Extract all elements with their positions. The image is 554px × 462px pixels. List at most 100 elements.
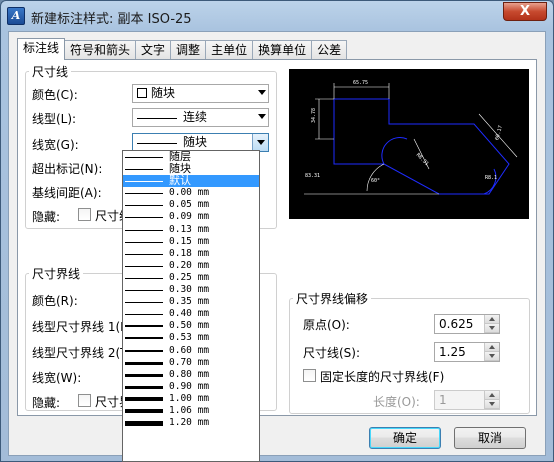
lineweight-option[interactable]: 随层 <box>123 151 259 163</box>
suppress-ext1-checkbox[interactable] <box>78 394 91 407</box>
lineweight-sample <box>125 385 163 389</box>
lineweight-option-label: 0.80 mm <box>169 368 210 380</box>
cancel-button[interactable]: 取消 <box>454 427 526 449</box>
lineweight-option[interactable]: 0.13 mm <box>123 224 259 236</box>
spin-down-icon[interactable] <box>485 352 499 361</box>
dim-lineweight-value: 随块 <box>183 135 208 149</box>
lineweight-dropdown-list[interactable]: 随层 随块 默认 0.00 mm 0.05 mm 0.09 mm 0.13 mm 0.15 m… <box>122 150 260 462</box>
lineweight-option[interactable]: 0.20 mm <box>123 260 259 272</box>
preview-dim-right: 60.17 <box>494 125 504 141</box>
suppress-dim1-checkbox[interactable] <box>78 208 91 221</box>
lineweight-option[interactable]: 0.80 mm <box>123 369 259 381</box>
lineweight-option[interactable]: 0.50 mm <box>123 320 259 332</box>
ext-line-group-title: 尺寸界线 <box>29 265 84 282</box>
preview-dim-bottom: 83.31 <box>305 173 320 179</box>
lineweight-sample <box>125 396 163 401</box>
lineweight-sample <box>125 217 163 219</box>
preview-dim-left: 34.78 <box>311 108 317 123</box>
lineweight-option[interactable]: 默认 <box>123 174 259 188</box>
lineweight-option[interactable]: 1.06 mm <box>123 405 259 417</box>
lineweight-sample <box>125 337 163 340</box>
chevron-down-icon <box>258 114 266 119</box>
dim-color-value: 随块 <box>151 86 176 100</box>
ext-suppress-label: 隐藏: <box>32 396 61 410</box>
lineweight-option-label: 0.00 mm <box>169 187 210 199</box>
dim-suppress-label: 隐藏: <box>32 210 61 224</box>
lineweight-option[interactable]: 0.90 mm <box>123 381 259 393</box>
length-value: 1 <box>439 393 447 407</box>
preview-drawing: 65.75 34.78 60.17 83.31 R8.31 60° R8.1 <box>304 80 518 195</box>
spin-up-icon[interactable] <box>485 391 499 400</box>
lineweight-sample <box>125 302 163 304</box>
length-input[interactable]: 1 <box>434 390 500 410</box>
lineweight-option[interactable]: 0.60 mm <box>123 345 259 357</box>
lineweight-option[interactable]: 0.35 mm <box>123 296 259 308</box>
preview-dim-angle: 60° <box>371 178 380 184</box>
lineweight-option[interactable]: 0.00 mm <box>123 187 259 199</box>
lineweight-sample <box>125 229 163 231</box>
lineweight-option[interactable]: 0.70 mm <box>123 357 259 369</box>
lineweight-option[interactable]: 1.00 mm <box>123 393 259 405</box>
tab-fit[interactable]: 调整 <box>170 40 207 60</box>
lineweight-option-label: 默认 <box>169 174 191 188</box>
lineweight-option[interactable]: 0.25 mm <box>123 272 259 284</box>
lineweight-option-label: 0.13 mm <box>169 223 210 235</box>
lineweight-option[interactable]: 0.30 mm <box>123 284 259 296</box>
lineweight-option[interactable]: 0.40 mm <box>123 308 259 320</box>
length-spinner[interactable] <box>484 391 499 409</box>
dimline-offset-value: 1.25 <box>439 345 466 359</box>
title-bar[interactable]: A 新建标注样式: 副本 ISO-25 X <box>1 1 553 31</box>
tab-symbols-arrows[interactable]: 符号和箭头 <box>64 40 137 60</box>
spin-down-icon[interactable] <box>485 400 499 409</box>
lineweight-sample <box>125 314 163 316</box>
dim-color-combo[interactable]: 随块 <box>132 84 269 103</box>
origin-spinner[interactable] <box>484 315 499 333</box>
tab-alternate-units[interactable]: 换算单位 <box>252 40 313 60</box>
ok-button[interactable]: 确定 <box>369 427 441 449</box>
tab-lines[interactable]: 标注线 <box>17 38 66 60</box>
lineweight-option-label: 0.25 mm <box>169 271 210 283</box>
lineweight-sample <box>125 290 163 292</box>
lineweight-sample <box>125 241 163 243</box>
lineweight-option[interactable]: 0.09 mm <box>123 211 259 223</box>
offset-group-title: 尺寸界线偏移 <box>293 290 372 307</box>
spin-down-icon[interactable] <box>485 324 499 333</box>
fixed-length-checkbox[interactable] <box>303 369 316 382</box>
window-title: 新建标注样式: 副本 ISO-25 <box>31 12 192 27</box>
tab-tolerances[interactable]: 公差 <box>311 40 348 60</box>
lineweight-sample <box>125 361 163 365</box>
spin-up-icon[interactable] <box>485 343 499 352</box>
lineweight-option[interactable]: 0.05 mm <box>123 199 259 211</box>
lineweight-option-label: 0.15 mm <box>169 235 210 247</box>
dim-linetype-label: 线型(L): <box>32 112 77 126</box>
lineweight-option-label: 0.60 mm <box>169 344 210 356</box>
dim-linetype-combo[interactable]: 连续 <box>132 108 269 127</box>
chevron-down-icon <box>258 90 266 95</box>
lineweight-option[interactable]: 0.18 mm <box>123 248 259 260</box>
dim-baseline-label: 基线间距(A): <box>32 186 102 200</box>
lineweight-option-label: 0.35 mm <box>169 296 210 308</box>
chevron-down-icon <box>257 140 265 145</box>
lineweight-option-label: 1.06 mm <box>169 404 210 416</box>
lineweight-option-label: 0.09 mm <box>169 211 210 223</box>
close-button[interactable]: X <box>503 2 547 21</box>
dim-line-group-title: 尺寸线 <box>29 63 72 80</box>
dimline-offset-spinner[interactable] <box>484 343 499 361</box>
tab-strip: 标注线 符号和箭头 文字 调整 主单位 换算单位 公差 <box>17 38 348 60</box>
dimline-offset-input[interactable]: 1.25 <box>434 342 500 362</box>
lineweight-option-label: 1.20 mm <box>169 417 210 429</box>
lineweight-option-label: 0.40 mm <box>169 308 210 320</box>
lineweight-option-label: 0.70 mm <box>169 356 210 368</box>
tab-primary-units[interactable]: 主单位 <box>205 40 254 60</box>
lineweight-option-label: 0.53 mm <box>169 332 210 344</box>
lineweight-option[interactable]: 0.53 mm <box>123 332 259 344</box>
lineweight-option[interactable]: 1.20 mm <box>123 417 259 429</box>
lineweight-option[interactable]: 0.15 mm <box>123 236 259 248</box>
spin-up-icon[interactable] <box>485 315 499 324</box>
tab-text[interactable]: 文字 <box>135 40 172 60</box>
lineweight-option[interactable]: 随块 <box>123 163 259 175</box>
dropdown-button[interactable] <box>252 134 268 151</box>
origin-input[interactable]: 0.625 <box>434 314 500 334</box>
lineweight-option-label: 0.05 mm <box>169 199 210 211</box>
fixed-length-label: 固定长度的尺寸界线(F) <box>320 370 445 384</box>
